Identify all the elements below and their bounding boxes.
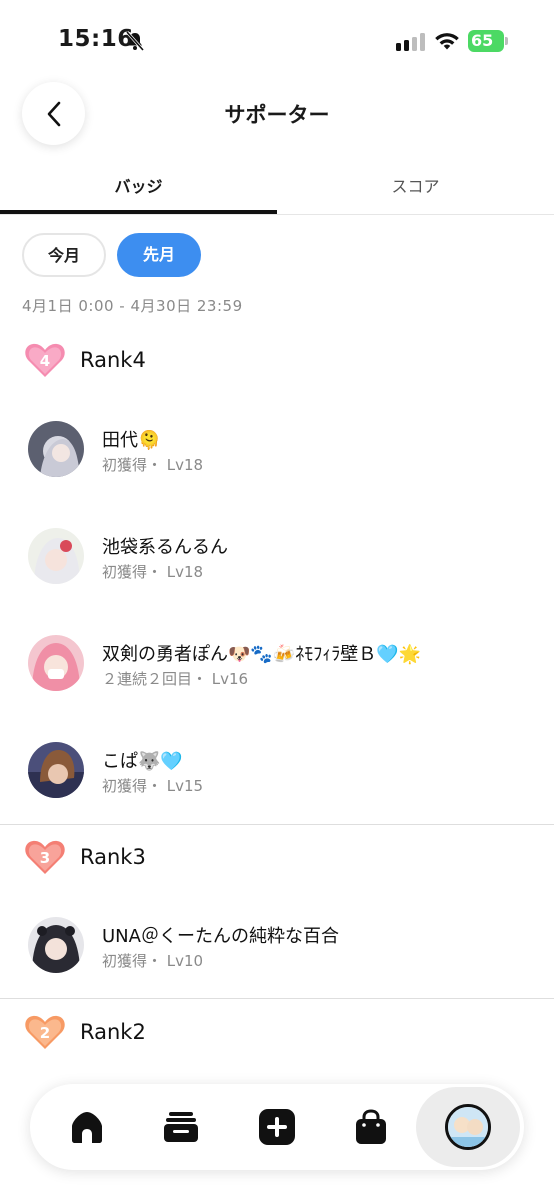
section-divider: [0, 824, 554, 825]
nav-inbox[interactable]: [132, 1084, 230, 1170]
rank3-title: Rank3: [80, 845, 146, 869]
supporter-meta: 初獲得・ Lv15: [102, 777, 204, 795]
supporter-row[interactable]: 田代🫠 初獲得・ Lv18: [28, 421, 538, 481]
bell-muted-icon: [125, 31, 145, 51]
status-time: 15:16: [58, 26, 134, 52]
page-title: サポーター: [224, 103, 330, 127]
add-icon: [259, 1109, 295, 1145]
supporter-name: 双剣の勇者ぽん🐶🐾🍻ﾈﾓﾌｨﾗ壁Ｂ🩵🌟: [102, 644, 422, 665]
battery-level: 65: [471, 31, 494, 50]
supporter-meta: 初獲得・ Lv18: [102, 456, 204, 474]
supporter-row[interactable]: こぱ🐺🩵 初獲得・ Lv15: [28, 742, 538, 802]
nav-home[interactable]: [38, 1084, 136, 1170]
active-tab-indicator: [0, 210, 277, 214]
supporter-name: UNA＠くーたんの純粋な百合: [102, 926, 339, 947]
last-month-chip[interactable]: 先月: [117, 233, 201, 277]
avatar: [28, 635, 84, 691]
rank2-heart-badge-icon: 2: [25, 1015, 65, 1049]
rank2-header: 2 Rank2: [24, 1013, 544, 1053]
supporter-name: 池袋系るんるん: [102, 537, 228, 558]
supporter-name: 田代🫠: [102, 430, 161, 451]
rank3-heart-badge-icon: 3: [25, 840, 65, 874]
avatar: [28, 917, 84, 973]
this-month-chip[interactable]: 今月: [22, 233, 106, 277]
profile-avatar: [445, 1104, 491, 1150]
status-bar: 15:16 65: [0, 0, 554, 80]
rank3-badge-number: 3: [40, 849, 50, 867]
avatar: [28, 528, 84, 584]
nav-create[interactable]: [228, 1084, 326, 1170]
wifi-icon: [435, 33, 459, 50]
tab-badges[interactable]: バッジ: [0, 160, 277, 214]
home-icon: [72, 1112, 102, 1143]
supporter-meta: 初獲得・ Lv18: [102, 563, 204, 581]
supporter-row[interactable]: 池袋系るんるん 初獲得・ Lv18: [28, 528, 538, 588]
avatar: [28, 421, 84, 477]
inbox-icon: [164, 1112, 198, 1142]
rank2-title: Rank2: [80, 1020, 146, 1044]
avatar: [28, 742, 84, 798]
battery-indicator: 65: [468, 30, 508, 52]
section-divider: [0, 998, 554, 999]
signal-icon: [396, 33, 425, 51]
rank4-header: 4 Rank4: [24, 341, 544, 381]
bottom-nav: [30, 1084, 524, 1170]
supporter-name: こぱ🐺🩵: [102, 751, 183, 772]
rank4-badge-number: 4: [40, 352, 50, 370]
tab-bar: バッジ スコア: [0, 160, 554, 215]
tab-score[interactable]: スコア: [277, 160, 554, 214]
date-range: 4月1日 0:00 - 4月30日 23:59: [22, 297, 243, 315]
supporter-row[interactable]: 双剣の勇者ぽん🐶🐾🍻ﾈﾓﾌｨﾗ壁Ｂ🩵🌟 ２連続２回目・ Lv16: [28, 635, 538, 695]
supporter-meta: 初獲得・ Lv10: [102, 952, 204, 970]
rank2-badge-number: 2: [40, 1024, 50, 1042]
shop-bag-icon: [356, 1109, 386, 1144]
supporter-meta: ２連続２回目・ Lv16: [102, 670, 249, 688]
nav-shop[interactable]: [322, 1084, 420, 1170]
rank4-heart-badge-icon: 4: [25, 343, 65, 377]
supporter-row[interactable]: UNA＠くーたんの純粋な百合 初獲得・ Lv10: [28, 917, 538, 977]
rank3-header: 3 Rank3: [24, 838, 544, 878]
nav-profile[interactable]: [416, 1087, 520, 1167]
rank4-title: Rank4: [80, 348, 146, 372]
